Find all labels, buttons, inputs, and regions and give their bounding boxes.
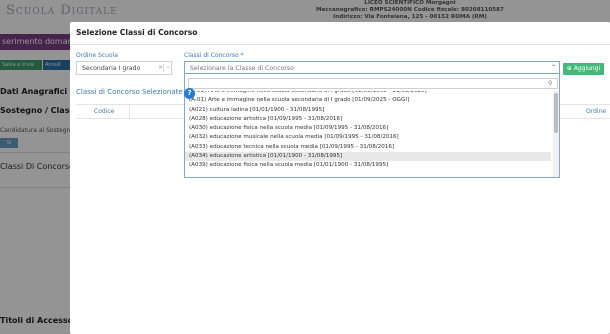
dropdown-option[interactable]: (A030) educazione fisica nella scuola me… [185,124,551,133]
dropdown-option[interactable]: (A039) educazione fisica nella scuola me… [185,161,551,170]
classi-concorso-select[interactable]: Selezionare la Classe di Concorso ⌃ [184,61,560,74]
chevron-up-icon[interactable]: ⌃ [551,64,556,71]
scrollbar-thumb[interactable] [554,93,558,133]
ordine-scuola-select[interactable]: Secondaria I grado × ⌄ [76,61,172,75]
chevron-down-icon[interactable]: ⌄ [166,64,171,70]
dropdown-option[interactable]: (A-01) Arte e immagine nella scuola seco… [185,96,551,105]
dropdown-scrollbar[interactable] [553,91,559,177]
dropdown-option[interactable]: (A032) educazione musicale nella scuola … [185,133,551,142]
ordine-scuola-value: Secondaria I grado [82,65,141,72]
aggiungi-button[interactable]: ⊕ Aggiungi [563,63,604,75]
select-divider [163,64,164,72]
classi-concorso-placeholder: Selezionare la Classe di Concorso [190,65,294,72]
plus-circle-icon: ⊕ [566,65,572,72]
aggiungi-label: Aggiungi [573,65,601,72]
dropdown-options: (A-01) Arte e immagine nella scuola seco… [185,91,551,177]
ordine-scuola-label: Ordine Scuola [76,52,118,59]
dropdown-option[interactable]: (A033) educazione tecnica nella scuola m… [185,143,551,152]
classi-concorso-label: Classi di Concorso * [184,52,244,59]
dropdown-search-input[interactable]: ⚲ [188,78,558,89]
help-icon[interactable]: ? [184,88,195,99]
search-icon: ⚲ [548,80,553,87]
classi-concorso-dropdown: ⚲ (A-01) Arte e immagine nella scuola se… [184,74,560,178]
modal-title: Selezione Classi di Concorso [76,28,198,37]
dropdown-option[interactable]: (A021) cultura ladina [01/01/1900 - 31/0… [185,106,551,115]
dropdown-option[interactable]: (A028) educazione artistica [01/09/1995 … [185,115,551,124]
modal-header-divider [70,44,610,45]
selected-classes-heading: Classi di Concorso Selezionate [76,88,183,96]
selezione-classi-modal: Selezione Classi di Concorso Ordine Scuo… [70,22,610,334]
column-header-ordine[interactable]: Ordine [586,108,606,115]
column-header-codice[interactable]: Codice [94,108,114,115]
column-divider [129,105,130,118]
dropdown-option[interactable]: (A034) educazione artistica [01/01/1900 … [185,152,551,162]
